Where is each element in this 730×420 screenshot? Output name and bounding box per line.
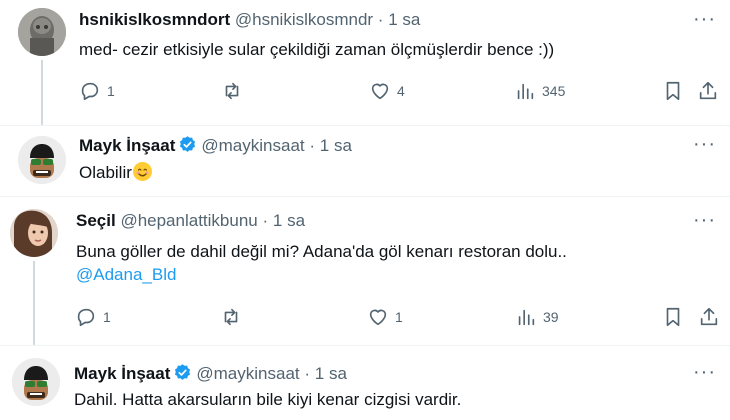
share-icon xyxy=(699,81,717,100)
view-count: 345 xyxy=(542,83,566,99)
user-handle[interactable]: @maykinsaat xyxy=(201,136,304,155)
verified-badge-icon xyxy=(178,135,197,159)
reply-button[interactable]: 1 xyxy=(79,80,115,102)
verified-badge-icon xyxy=(173,363,192,387)
bookmark-button[interactable] xyxy=(662,306,684,328)
views-button[interactable]: 345 xyxy=(514,80,565,102)
share-icon xyxy=(700,307,718,326)
tweet-text: Olabilir xyxy=(79,162,152,184)
action-bar: 1 4 345 xyxy=(0,80,730,104)
reply-count: 1 xyxy=(103,309,111,325)
tweet-text: Dahil. Hatta akarsuların bile kiyi kenar… xyxy=(74,390,462,409)
thread-line xyxy=(33,261,35,345)
analytics-icon xyxy=(517,83,534,100)
like-count: 1 xyxy=(395,309,403,325)
more-options-icon[interactable]: ··· xyxy=(693,209,716,232)
tweet-2[interactable]: Mayk İnşaat @maykinsaat · 1 sa ··· Olabil… xyxy=(0,126,730,196)
avatar-secil[interactable] xyxy=(10,209,58,257)
separator-dot: · xyxy=(309,136,316,155)
like-button[interactable]: 4 xyxy=(369,80,405,102)
tweet-header: Mayk İnşaat @maykinsaat · 1 sa xyxy=(79,135,352,159)
bookmark-button[interactable] xyxy=(662,80,684,102)
timestamp[interactable]: 1 sa xyxy=(273,211,305,230)
share-button[interactable] xyxy=(697,80,719,102)
separator-dot: · xyxy=(262,211,269,230)
retweet-icon xyxy=(225,82,239,100)
reply-icon xyxy=(77,308,95,327)
mention-link[interactable]: @Adana_Bld xyxy=(76,264,176,286)
avatar-hsnikislkosmndort[interactable] xyxy=(18,8,66,56)
tweet-text-body: Olabilir xyxy=(79,163,132,182)
more-options-icon[interactable]: ··· xyxy=(693,8,716,31)
avatar-mayk-insaat[interactable] xyxy=(18,136,66,184)
tweet-3[interactable]: Seçil @hepanlattikbunu · 1 sa ··· Buna g… xyxy=(0,197,730,345)
retweet-icon xyxy=(224,308,238,326)
views-button[interactable]: 39 xyxy=(515,306,559,328)
user-handle[interactable]: @maykinsaat xyxy=(196,364,299,383)
bookmark-icon xyxy=(666,81,680,101)
reply-count: 1 xyxy=(107,83,115,99)
like-count: 4 xyxy=(397,83,405,99)
share-button[interactable] xyxy=(698,306,720,328)
tweet-text: med- cezir etkisiyle sular çekildiği zam… xyxy=(79,40,555,59)
heart-icon xyxy=(369,309,387,326)
timestamp[interactable]: 1 sa xyxy=(388,10,420,29)
tweet-4[interactable]: Mayk İnşaat @maykinsaat · 1 sa ··· Dahil.… xyxy=(0,346,730,420)
smiling-face-emoji-icon xyxy=(132,162,152,181)
display-name[interactable]: Mayk İnşaat xyxy=(79,136,175,155)
user-handle[interactable]: @hsnikislkosmndr xyxy=(235,10,373,29)
timestamp[interactable]: 1 sa xyxy=(320,136,352,155)
tweet-header: Seçil @hepanlattikbunu · 1 sa xyxy=(76,211,305,231)
display-name[interactable]: hsnikislkosmndort xyxy=(79,10,230,29)
reply-button[interactable]: 1 xyxy=(75,306,111,328)
like-button[interactable]: 1 xyxy=(367,306,403,328)
tweet-header: Mayk İnşaat @maykinsaat · 1 sa xyxy=(74,363,347,387)
action-bar: 1 1 39 xyxy=(0,306,730,330)
more-options-icon[interactable]: ··· xyxy=(693,133,716,156)
reply-icon xyxy=(81,82,99,101)
more-options-icon[interactable]: ··· xyxy=(693,361,716,384)
timestamp[interactable]: 1 sa xyxy=(315,364,347,383)
display-name[interactable]: Seçil xyxy=(76,211,116,230)
analytics-icon xyxy=(518,309,535,326)
tweet-header: hsnikislkosmndort @hsnikislkosmndr · 1 s… xyxy=(79,10,420,30)
tweet-1[interactable]: hsnikislkosmndort @hsnikislkosmndr · 1 s… xyxy=(0,0,730,125)
bookmark-icon xyxy=(666,307,680,327)
display-name[interactable]: Mayk İnşaat xyxy=(74,364,170,383)
separator-dot: · xyxy=(304,364,311,383)
tweet-text: Buna göller de dahil değil mi? Adana'da … xyxy=(76,242,567,261)
avatar-mayk-insaat[interactable] xyxy=(12,358,60,406)
view-count: 39 xyxy=(543,309,559,325)
user-handle[interactable]: @hepanlattikbunu xyxy=(120,211,257,230)
separator-dot: · xyxy=(377,10,384,29)
retweet-button[interactable] xyxy=(221,80,249,102)
heart-icon xyxy=(371,83,389,100)
retweet-button[interactable] xyxy=(220,306,248,328)
